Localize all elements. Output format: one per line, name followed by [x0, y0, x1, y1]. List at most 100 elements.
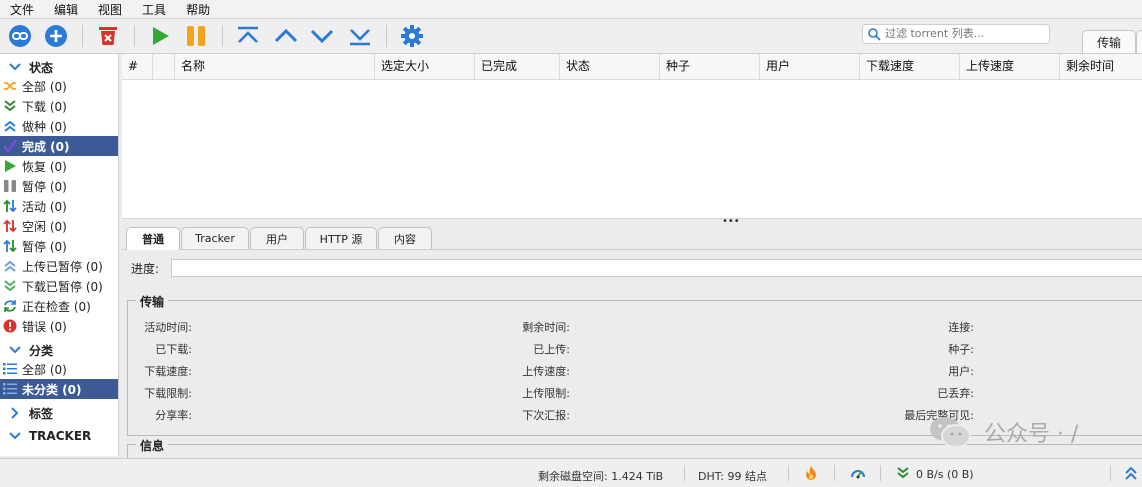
idle-arrows-icon — [3, 219, 17, 233]
download-arrows-icon — [3, 99, 17, 113]
menu-bar: 文件 编辑 视图 工具 帮助 — [0, 0, 1142, 19]
list-icon — [3, 362, 17, 376]
refresh-icon — [3, 299, 17, 313]
sidebar-item-label: 下载已暂停 (0) — [22, 279, 103, 294]
watermark: 公众号 · / — [928, 410, 1142, 454]
chevron-down-icon — [8, 60, 22, 74]
column-peers[interactable]: 用户 — [759, 54, 859, 79]
sidebar-item-inactive[interactable]: 空闲 (0) — [0, 216, 118, 236]
field-upload-limit: 上传限制: — [522, 387, 570, 400]
column-icon[interactable] — [152, 54, 174, 79]
sidebar-item-stalled[interactable]: 暂停 (0) — [0, 236, 118, 256]
tab-content[interactable]: 内容 — [378, 227, 432, 249]
menu-file[interactable]: 文件 — [0, 1, 44, 18]
sidebar-item-label: 全部 (0) — [22, 362, 67, 377]
checkmark-icon — [3, 139, 17, 153]
tab-transfers[interactable]: 传输 — [1082, 30, 1136, 53]
error-icon — [3, 319, 17, 333]
download-speed-icon — [897, 467, 909, 479]
options-button[interactable] — [400, 24, 424, 48]
play-icon — [3, 159, 17, 173]
sidebar-item-seeding[interactable]: 做种 (0) — [0, 116, 118, 136]
menu-tools[interactable]: 工具 — [132, 1, 176, 18]
pause-icon — [3, 179, 17, 193]
column-up-speed[interactable]: 上传速度 — [959, 54, 1059, 79]
table-header: # 名称 选定大小 已完成 状态 种子 用户 下载速度 上传速度 剩余时间 — [122, 54, 1142, 80]
status-disk-space: 剩余磁盘空间: 1.424 TiB — [538, 470, 664, 483]
move-up-button[interactable] — [274, 24, 298, 48]
move-down-button[interactable] — [310, 24, 334, 48]
search-icon — [868, 28, 881, 41]
upload-paused-icon — [3, 259, 17, 273]
chevron-up-icon — [274, 28, 298, 43]
gear-icon — [401, 25, 423, 47]
column-size[interactable]: 选定大小 — [374, 54, 474, 79]
column-down-speed[interactable]: 下载速度 — [859, 54, 959, 79]
list-icon — [3, 382, 17, 396]
field-eta: 剩余时间: — [522, 321, 570, 334]
move-bottom-button[interactable] — [348, 24, 372, 48]
resume-button[interactable] — [148, 24, 172, 48]
progress-bar — [171, 259, 1142, 277]
tab-more[interactable] — [1136, 30, 1142, 53]
wechat-icon — [930, 417, 971, 448]
tab-trackers[interactable]: Tracker — [181, 227, 249, 249]
sidebar-tracker-header[interactable]: TRACKER — [0, 426, 118, 446]
column-index[interactable]: # — [122, 54, 152, 79]
move-bottom-icon — [350, 29, 370, 46]
sidebar-tags-header[interactable]: 标签 — [0, 403, 118, 423]
sidebar-item-errored[interactable]: 错误 (0) — [0, 316, 118, 336]
sidebar-item-completed[interactable]: 完成 (0) — [0, 136, 118, 156]
sidebar-item-download-paused[interactable]: 下载已暂停 (0) — [0, 276, 118, 296]
sidebar-category-uncategorized[interactable]: 未分类 (0) — [0, 379, 118, 399]
download-paused-icon — [3, 279, 17, 293]
column-eta[interactable]: 剩余时间 — [1059, 54, 1142, 79]
tab-http-sources[interactable]: HTTP 源 — [305, 227, 377, 249]
move-top-button[interactable] — [236, 24, 260, 48]
sidebar-item-resumed[interactable]: 恢复 (0) — [0, 156, 118, 176]
sidebar-item-label: 正在检查 (0) — [22, 299, 91, 314]
delete-button[interactable] — [96, 24, 120, 48]
sidebar-item-checking[interactable]: 正在检查 (0) — [0, 296, 118, 316]
menu-edit[interactable]: 编辑 — [44, 1, 88, 18]
tab-general[interactable]: 普通 — [126, 227, 180, 250]
sidebar-item-label: 活动 (0) — [22, 199, 67, 214]
stalled-arrows-icon — [3, 239, 17, 253]
column-done[interactable]: 已完成 — [474, 54, 559, 79]
field-upload-speed: 上传速度: — [522, 365, 570, 378]
add-link-button[interactable] — [8, 24, 32, 48]
column-status[interactable]: 状态 — [559, 54, 659, 79]
sidebar-item-active[interactable]: 活动 (0) — [0, 196, 118, 216]
column-seeds[interactable]: 种子 — [659, 54, 759, 79]
column-name[interactable]: 名称 — [174, 54, 374, 79]
field-download-limit: 下载限制: — [144, 387, 192, 400]
sidebar-item-paused[interactable]: 暂停 (0) — [0, 176, 118, 196]
filter-input[interactable] — [885, 26, 1043, 41]
firewall-icon[interactable] — [804, 465, 818, 481]
menu-help[interactable]: 帮助 — [176, 1, 220, 18]
plus-icon — [45, 25, 67, 47]
add-torrent-button[interactable] — [44, 24, 68, 48]
sidebar-item-label: 暂停 (0) — [22, 179, 67, 194]
watermark-text: 公众号 · / — [984, 422, 1079, 447]
tab-peers[interactable]: 用户 — [250, 227, 304, 249]
sidebar-item-label: 做种 (0) — [22, 119, 67, 134]
sidebar-item-label: 下载 (0) — [22, 99, 67, 114]
main-panel: # 名称 选定大小 已完成 状态 种子 用户 下载速度 上传速度 剩余时间 ••… — [122, 54, 1142, 465]
field-peers: 用户: — [948, 365, 974, 378]
detail-tabs: 普通 Tracker 用户 HTTP 源 内容 — [122, 224, 1142, 250]
menu-view[interactable]: 视图 — [88, 1, 132, 18]
sidebar-item-downloading[interactable]: 下载 (0) — [0, 96, 118, 116]
speed-limit-icon[interactable] — [850, 465, 866, 481]
filter-box — [862, 24, 1050, 44]
pause-icon — [187, 26, 205, 46]
pause-button[interactable] — [184, 24, 208, 48]
sidebar-item-upload-paused[interactable]: 上传已暂停 (0) — [0, 256, 118, 276]
sidebar-item-all[interactable]: 全部 (0) — [0, 76, 118, 96]
sidebar-category-header[interactable]: 分类 — [0, 340, 118, 360]
active-arrows-icon — [3, 199, 17, 213]
sidebar-category-all[interactable]: 全部 (0) — [0, 359, 118, 379]
chevron-right-icon — [8, 406, 22, 420]
sidebar-item-label: 上传已暂停 (0) — [22, 259, 103, 274]
sidebar-status-header[interactable]: 状态 — [0, 57, 118, 77]
